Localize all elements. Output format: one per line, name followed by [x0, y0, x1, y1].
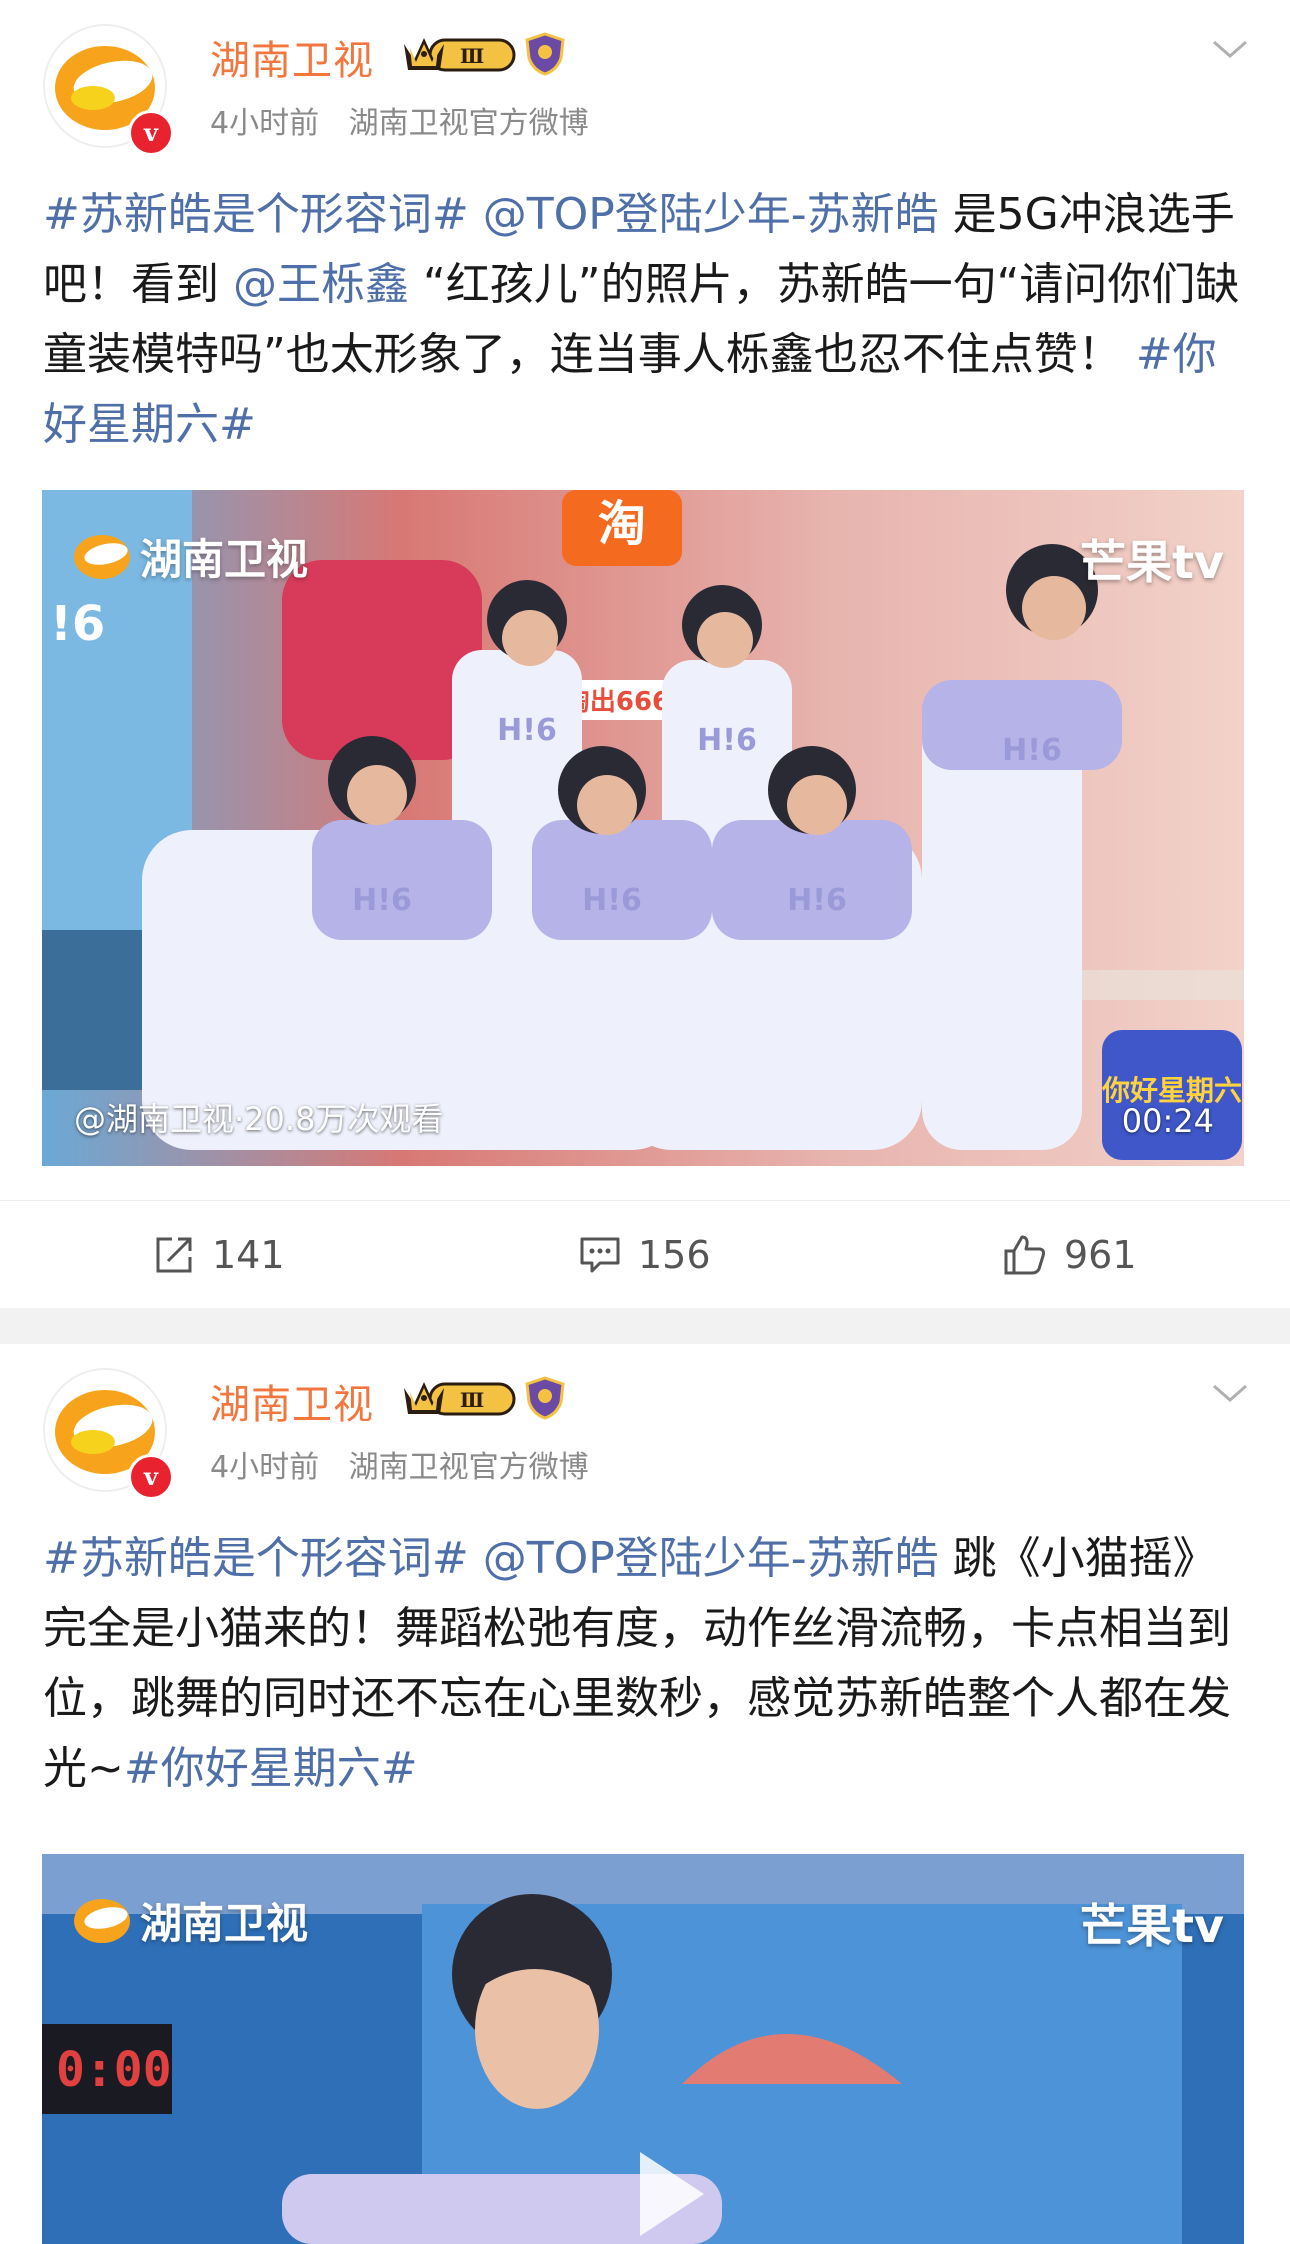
hunan-tv-watermark: 湖南卫视 — [72, 1890, 308, 1951]
video-caption: @湖南卫视·20.8万次观看 — [74, 1100, 444, 1138]
hunan-tv-watermark: 湖南卫视 — [72, 526, 308, 587]
chevron-down-icon[interactable] — [1210, 1382, 1250, 1406]
post-separator — [0, 1308, 1290, 1344]
post-source: 湖南卫视官方微博 — [348, 1450, 589, 1485]
repost-count: 141 — [212, 1233, 285, 1277]
weibo-post: v 湖南卫视 Ⅲ 4小时前 湖南卫视官方微博 #苏新皓是个形容词# @TOP登陆… — [0, 0, 1290, 1308]
play-icon[interactable] — [622, 2144, 712, 2244]
hunan-tv-logo-icon — [74, 1898, 130, 1943]
repost-button[interactable]: 141 — [152, 1233, 285, 1277]
svg-text:!6: !6 — [50, 596, 105, 652]
mango-tv-watermark: 芒果tv — [1080, 1899, 1224, 1953]
post-meta: 4小时前 湖南卫视官方微博 — [210, 98, 609, 142]
svg-text:H!6: H!6 — [352, 883, 412, 918]
shield-badge-icon[interactable] — [525, 32, 565, 76]
comment-count: 156 — [638, 1233, 711, 1277]
weibo-post: v 湖南卫视 Ⅲ 4小时前 湖南卫视官方微博 #苏新皓是个形容词# @TOP登陆… — [0, 1344, 1290, 2244]
video-duration: 00:24 — [1121, 1102, 1214, 1140]
member-crown-badge-icon[interactable]: Ⅲ — [400, 1374, 520, 1422]
post-text-segment — [469, 1533, 483, 1584]
shield-badge-icon[interactable] — [525, 1376, 565, 1420]
svg-text:H!6: H!6 — [1002, 733, 1062, 768]
svg-text:0:00: 0:00 — [56, 2042, 172, 2098]
author-name[interactable]: 湖南卫视 — [210, 28, 374, 86]
member-crown-badge-icon[interactable]: Ⅲ — [400, 30, 520, 78]
post-link[interactable]: #苏新皓是个形容词# — [43, 189, 469, 240]
like-count: 961 — [1064, 1233, 1137, 1277]
author-name[interactable]: 湖南卫视 — [210, 1372, 374, 1430]
avatar[interactable]: v — [43, 1368, 174, 1500]
post-link[interactable]: @TOP登陆少年-苏新皓 — [483, 189, 939, 240]
post-link[interactable]: @TOP登陆少年-苏新皓 — [483, 1533, 939, 1584]
post-link[interactable]: #你好星期六# — [124, 1743, 418, 1794]
chevron-down-icon[interactable] — [1210, 38, 1250, 62]
mango-tv-watermark: 芒果tv — [1080, 535, 1224, 589]
post-text: #苏新皓是个形容词# @TOP登陆少年-苏新皓 跳《小猫摇》完全是小猫来的！舞蹈… — [43, 1524, 1253, 1804]
video-player[interactable]: !6 淘 淘出666 H!6 H!6 H!6 H!6 H!6 H!6 你好星期六… — [42, 490, 1244, 1166]
svg-text:H!6: H!6 — [697, 723, 757, 758]
svg-text:Ⅲ: Ⅲ — [460, 1388, 484, 1412]
verified-badge-icon: v — [128, 1454, 174, 1500]
post-text-segment — [469, 189, 483, 240]
video-player[interactable]: 0:00 湖南卫视 芒果tv — [42, 1854, 1244, 2244]
action-bar: 141 156 961 — [0, 1200, 1290, 1311]
video-frame: !6 淘 淘出666 H!6 H!6 H!6 H!6 H!6 H!6 你好星期六 — [42, 490, 1244, 1166]
avatar[interactable]: v — [43, 24, 174, 156]
comment-icon — [580, 1237, 620, 1273]
verified-badge-icon: v — [128, 110, 174, 156]
post-link[interactable]: @王栎鑫 — [233, 259, 409, 310]
like-button[interactable]: 961 — [1002, 1233, 1137, 1277]
post-time: 4小时前 — [210, 106, 320, 141]
svg-text:H!6: H!6 — [582, 883, 642, 918]
svg-text:淘: 淘 — [598, 496, 646, 552]
post-link[interactable]: #苏新皓是个形容词# — [43, 1533, 469, 1584]
post-meta: 4小时前 湖南卫视官方微博 — [210, 1442, 609, 1486]
svg-text:H!6: H!6 — [497, 713, 557, 748]
comment-button[interactable]: 156 — [578, 1233, 711, 1277]
hunan-tv-logo-icon — [74, 534, 130, 579]
svg-text:H!6: H!6 — [787, 883, 847, 918]
svg-text:Ⅲ: Ⅲ — [460, 44, 484, 68]
post-text: #苏新皓是个形容词# @TOP登陆少年-苏新皓 是5G冲浪选手吧！看到 @王栎鑫… — [43, 180, 1253, 460]
post-source: 湖南卫视官方微博 — [348, 106, 589, 141]
repost-icon — [156, 1237, 192, 1273]
thumbs-up-icon — [1004, 1235, 1046, 1275]
post-time: 4小时前 — [210, 1450, 320, 1485]
